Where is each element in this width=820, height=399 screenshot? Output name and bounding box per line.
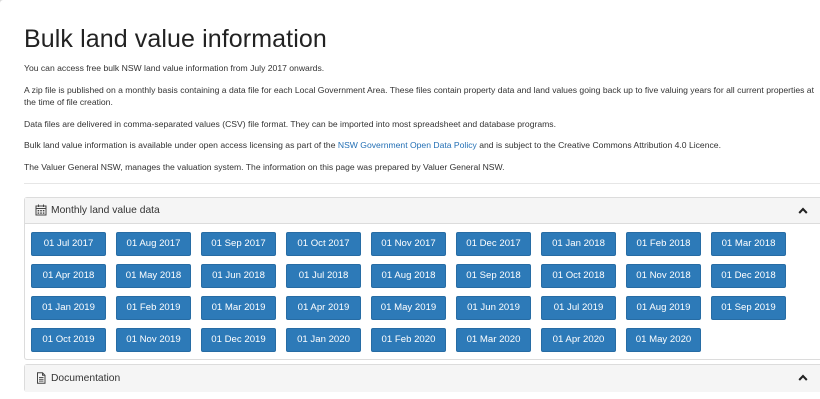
month-download-button[interactable]: 01 Nov 2019: [116, 327, 191, 352]
monthly-panel-header[interactable]: Monthly land value data: [25, 197, 820, 224]
month-download-button[interactable]: 01 May 2020: [626, 327, 701, 352]
month-download-button[interactable]: 01 Jan 2019: [31, 295, 106, 320]
month-download-button[interactable]: 01 Apr 2020: [541, 327, 616, 352]
month-download-button[interactable]: 01 May 2018: [116, 263, 191, 288]
intro-paragraph: You can access free bulk NSW land value …: [24, 63, 325, 73]
month-download-button[interactable]: 01 Jul 2019: [541, 295, 616, 320]
month-download-button[interactable]: 01 Nov 2017: [371, 231, 446, 256]
month-download-button[interactable]: 01 Oct 2019: [31, 327, 106, 352]
month-button-grid: 01 Jul 2017 01 Aug 2017 01 Sep 2017 01 Oct …: [31, 231, 820, 352]
licence-paragraph: Bulk land value information is available…: [24, 139, 820, 151]
page-title: Bulk land value information: [24, 25, 327, 53]
month-download-button[interactable]: 01 Nov 2018: [626, 263, 701, 288]
month-download-button[interactable]: 01 Feb 2019: [116, 295, 191, 320]
month-download-button[interactable]: 01 Sep 2018: [456, 263, 531, 288]
document-icon: [35, 372, 47, 384]
chevron-up-icon[interactable]: [798, 373, 808, 382]
month-download-button[interactable]: 01 Feb 2018: [626, 231, 701, 256]
month-download-button[interactable]: 01 Jul 2018: [286, 263, 361, 288]
month-download-button[interactable]: 01 Jul 2017: [31, 231, 106, 256]
monthly-data-panel: Monthly land value data 01 Jul 2017 01 Au…: [24, 196, 820, 360]
month-download-button[interactable]: 01 Dec 2017: [456, 231, 531, 256]
chevron-up-icon[interactable]: [798, 206, 808, 215]
month-download-button[interactable]: 01 Jun 2019: [456, 295, 531, 320]
monthly-panel-title: Monthly land value data: [51, 204, 160, 216]
month-download-button[interactable]: 01 May 2019: [371, 295, 446, 320]
month-download-button[interactable]: 01 Aug 2017: [116, 231, 191, 256]
month-download-button[interactable]: 01 Oct 2018: [541, 263, 616, 288]
month-download-button[interactable]: 01 Sep 2017: [201, 231, 276, 256]
section-divider: [24, 182, 820, 184]
page-frame: Bulk land value information You can acce…: [0, 0, 820, 399]
month-download-button[interactable]: 01 Sep 2019: [711, 295, 786, 320]
month-download-button[interactable]: 01 Mar 2019: [201, 295, 276, 320]
month-download-button[interactable]: 01 Mar 2018: [711, 231, 786, 256]
calendar-icon: [35, 204, 47, 216]
open-data-policy-link[interactable]: NSW Government Open Data Policy: [338, 140, 477, 150]
csv-format-paragraph: Data files are delivered in comma-separa…: [24, 118, 556, 129]
month-download-button[interactable]: 01 Apr 2018: [31, 263, 106, 288]
month-download-button[interactable]: 01 Dec 2019: [201, 327, 276, 352]
monthly-panel-body: 01 Jul 2017 01 Aug 2017 01 Sep 2017 01 Oct …: [25, 224, 820, 359]
documentation-panel-header[interactable]: Documentation: [25, 364, 820, 392]
documentation-panel-title: Documentation: [51, 372, 121, 384]
documentation-panel: Documentation: [24, 363, 820, 392]
month-download-button[interactable]: 01 Jan 2018: [541, 231, 616, 256]
month-download-button[interactable]: 01 Jun 2018: [201, 263, 276, 288]
month-download-button[interactable]: 01 Dec 2018: [711, 263, 786, 288]
month-download-button[interactable]: 01 Apr 2019: [286, 295, 361, 320]
month-download-button[interactable]: 01 Aug 2018: [371, 263, 446, 288]
zip-file-paragraph: A zip file is published on a monthly bas…: [24, 84, 814, 107]
valuer-note-paragraph: The Valuer General NSW, manages the valu…: [24, 162, 505, 173]
month-download-button[interactable]: 01 Feb 2020: [371, 327, 446, 352]
month-download-button[interactable]: 01 Mar 2020: [456, 327, 531, 352]
month-download-button[interactable]: 01 Jan 2020: [286, 327, 361, 352]
licence-text-before: Bulk land value information is available…: [24, 140, 338, 151]
month-download-button[interactable]: 01 Aug 2019: [626, 295, 701, 320]
main-content: Bulk land value information You can acce…: [24, 0, 820, 392]
licence-text-after: and is subject to the Creative Commons A…: [476, 140, 721, 151]
month-download-button[interactable]: 01 Oct 2017: [286, 231, 361, 256]
